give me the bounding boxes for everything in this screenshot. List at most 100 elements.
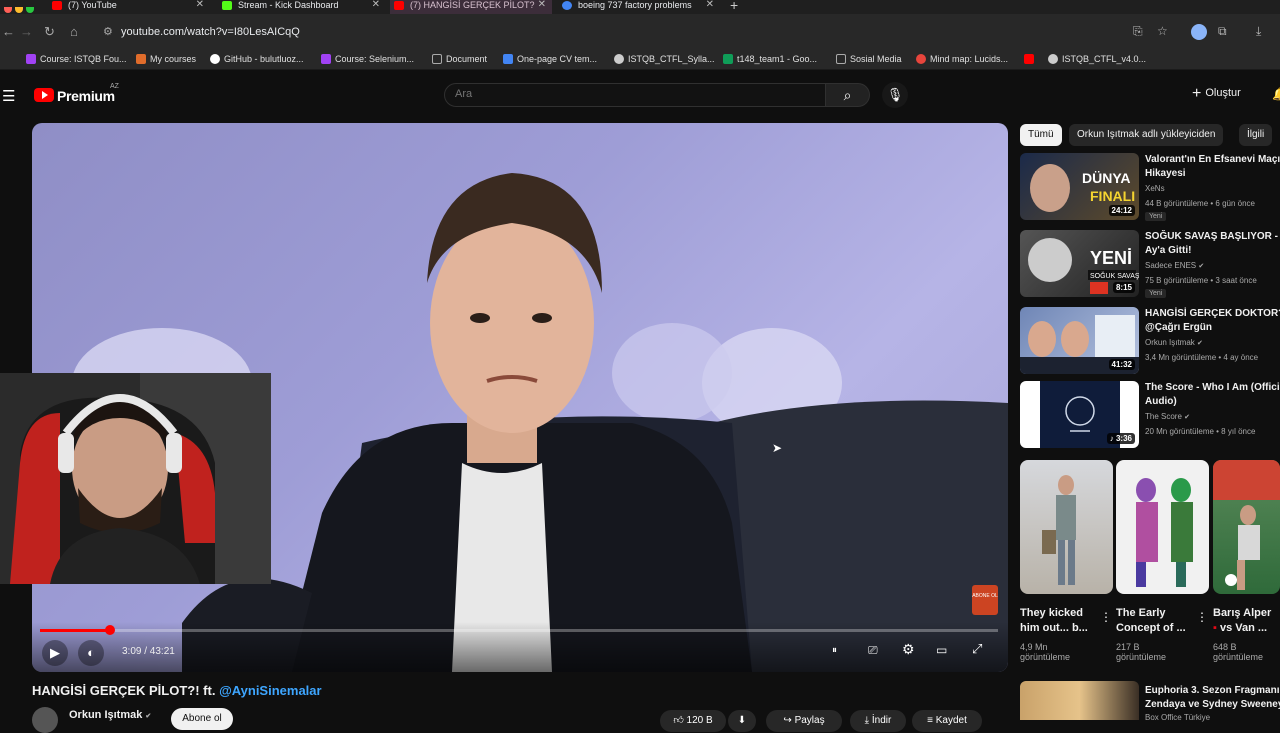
download-icon[interactable]: ⤓	[1256, 24, 1261, 39]
recommended-video[interactable]: DÜNYA FINALI 24:12 Valorant'ın En Efsanev…	[1020, 153, 1280, 223]
short-thumbnail[interactable]	[1213, 460, 1280, 594]
play-button[interactable]: ▶	[42, 640, 68, 666]
extensions-icon[interactable]: ⧉	[1218, 24, 1227, 39]
profile-avatar[interactable]	[1191, 24, 1207, 40]
channel-name[interactable]: Sadece ENES ✔	[1145, 261, 1204, 270]
video-title[interactable]: Euphoria 3. Sezon Fragmanı | Zendaya ve S…	[1145, 684, 1280, 712]
url-text: youtube.com/watch?v=I80LesAICqQ	[121, 26, 300, 38]
channel-name[interactable]: Orkun Işıtmak ✔	[69, 709, 151, 721]
notifications-bell-icon[interactable]: 🔔	[1272, 87, 1280, 101]
mouse-cursor-icon: ➤	[772, 441, 783, 455]
video-thumbnail[interactable]: ♪ 3:36	[1020, 381, 1139, 448]
chip-all[interactable]: Tümü	[1020, 124, 1062, 146]
bookmark-item[interactable]: t148_team1 - Goo...	[723, 54, 817, 64]
download-button[interactable]: ⤓ İndir	[850, 710, 906, 732]
voice-search-button[interactable]: 🎙	[882, 82, 908, 108]
bookmark-item[interactable]: My courses	[136, 54, 196, 64]
close-tab-icon[interactable]: ✕	[706, 0, 714, 10]
video-title: HANGİSİ GERÇEK PİLOT?! ft. @AyniSinemala…	[32, 683, 322, 698]
video-title[interactable]: SOĞUK SAVAŞ BAŞLIYOR - AB Ay'a Gitti!	[1145, 230, 1280, 258]
channel-name[interactable]: Box Office Türkiye	[1145, 713, 1210, 722]
video-thumbnail[interactable]: DÜNYA FINALI 24:12	[1020, 153, 1139, 220]
close-tab-icon[interactable]: ✕	[538, 0, 546, 10]
bookmark-item[interactable]: ISTQB_CTFL_v4.0...	[1048, 54, 1146, 64]
bookmark-label: My courses	[150, 54, 197, 64]
tab-google-search[interactable]: boeing 737 factory problems ✕	[558, 0, 720, 14]
chip-related[interactable]: İlgili	[1239, 124, 1273, 146]
short-thumbnail-image	[1213, 460, 1280, 590]
bookmark-item[interactable]: One-page CV tem...	[503, 54, 597, 64]
video-title[interactable]: HANGİSİ GERÇEK DOKTOR?! ft. @Çağrı Ergün	[1145, 307, 1280, 335]
site-info-icon[interactable]: ⚙	[103, 25, 113, 38]
short-thumbnail[interactable]	[1116, 460, 1209, 594]
theater-mode-icon[interactable]: ▭	[936, 643, 947, 657]
mention-link[interactable]: @AyniSinemalar	[219, 683, 322, 698]
autoplay-toggle-icon[interactable]: ⏸	[832, 645, 837, 656]
youtube-header: ☰ Premium AZ ⌕ 🎙 +Oluştur 🔔	[0, 75, 1280, 115]
bookmark-item[interactable]: Mind map: Lucids...	[916, 54, 1008, 64]
fullscreen-icon[interactable]: ⤢	[972, 641, 982, 657]
recommended-video[interactable]: YENİ SOĞUK SAVAŞ 8:15 SOĞUK SAVAŞ BAŞLIYO…	[1020, 230, 1280, 300]
more-vert-icon[interactable]: ⋮	[1100, 610, 1112, 624]
video-title-line2: Audio)	[1145, 396, 1177, 407]
channel-name[interactable]: XeNs	[1145, 184, 1165, 193]
address-bar[interactable]: ⚙ youtube.com/watch?v=I80LesAICqQ	[96, 20, 1176, 44]
video-title[interactable]: The Score - Who I Am (Official Audio)	[1145, 381, 1280, 409]
create-button[interactable]: + Oluştur	[1192, 85, 1241, 103]
share-button[interactable]: ↪ Paylaş	[766, 710, 842, 732]
video-thumbnail[interactable]	[1020, 681, 1139, 720]
search-input[interactable]	[455, 88, 815, 100]
tab-kick[interactable]: Stream - Kick Dashboard ✕	[218, 0, 386, 14]
chip-from-uploader[interactable]: Orkun Işıtmak adlı yükleyiciden	[1069, 124, 1224, 146]
views-label: görüntüleme	[1213, 652, 1264, 662]
bookmark-folder[interactable]: Document	[432, 54, 487, 64]
video-title[interactable]: Valorant'ın En Efsanevi Maçının Hikayesi	[1145, 153, 1280, 181]
dislike-button[interactable]: ⬇	[728, 710, 756, 732]
recommended-video[interactable]: 41:32 HANGİSİ GERÇEK DOKTOR?! ft. @Çağrı …	[1020, 307, 1280, 377]
video-thumbnail[interactable]: 41:32	[1020, 307, 1139, 374]
search-button[interactable]: ⌕	[826, 83, 870, 107]
more-vert-icon[interactable]: ⋮	[1196, 610, 1208, 624]
progress-scrubber[interactable]	[104, 625, 115, 635]
tab-active-video[interactable]: (7) HANGİSİ GERÇEK PİLOT? ✕	[390, 0, 552, 14]
short-thumbnail[interactable]	[1020, 460, 1113, 594]
bookmark-item[interactable]: GitHub - bulutluoz...	[210, 54, 304, 64]
channel-name[interactable]: Orkun Işıtmak ✔	[1145, 338, 1203, 347]
search-box[interactable]	[444, 83, 826, 107]
install-app-icon[interactable]: ⎘	[1133, 24, 1143, 39]
recommended-video[interactable]: Euphoria 3. Sezon Fragmanı | Zendaya ve S…	[1020, 681, 1280, 722]
subscribe-watermark[interactable]: ABONE OL	[972, 585, 998, 615]
progress-bar[interactable]	[40, 625, 998, 635]
search-icon: ⌕	[843, 87, 852, 103]
like-button[interactable]: 👍︎ 120 B	[660, 710, 726, 732]
close-tab-icon[interactable]: ✕	[372, 0, 380, 10]
bookmark-item[interactable]: Course: Selenium...	[321, 54, 414, 64]
menu-icon[interactable]: ☰	[2, 87, 15, 105]
channel-avatar[interactable]	[32, 707, 58, 733]
short-title[interactable]: Barış Alper ▪ vs Van ...	[1213, 606, 1280, 636]
home-icon[interactable]: ⌂	[70, 24, 78, 39]
tab-youtube[interactable]: (7) YouTube ✕	[48, 0, 210, 14]
reload-icon[interactable]: ↻	[44, 24, 55, 40]
settings-gear-icon[interactable]: ⚙	[902, 641, 915, 658]
back-arrow-icon[interactable]: ←	[2, 24, 15, 39]
video-thumbnail[interactable]: YENİ SOĞUK SAVAŞ 8:15	[1020, 230, 1139, 297]
bookmark-item[interactable]: ISTQB_CTFL_Sylla...	[614, 54, 715, 64]
subscribe-button[interactable]: Abone ol	[171, 708, 233, 730]
new-tab-icon[interactable]: +	[730, 0, 738, 13]
bookmark-label: Course: Selenium...	[335, 54, 415, 64]
bookmark-folder[interactable]: Sosial Media	[836, 54, 902, 64]
short-title[interactable]: The Early Concept of ...	[1116, 606, 1196, 636]
save-button[interactable]: ≡ Kaydet	[912, 710, 982, 732]
channel-name[interactable]: The Score ✔	[1145, 412, 1190, 421]
captions-icon[interactable]: ⎚	[868, 643, 878, 658]
bookmark-item[interactable]: Course: ISTQB Fou...	[26, 54, 127, 64]
short-title[interactable]: They kicked him out... b...	[1020, 606, 1100, 636]
close-tab-icon[interactable]: ✕	[196, 0, 204, 10]
forward-arrow-icon[interactable]: →	[20, 24, 33, 39]
recommended-video[interactable]: ♪ 3:36 The Score - Who I Am (Official Aud…	[1020, 381, 1280, 451]
bookmark-star-icon[interactable]: ☆	[1157, 24, 1168, 38]
short-views: 217 Bgörüntüleme	[1116, 642, 1166, 662]
volume-button[interactable]: ◐	[78, 640, 104, 666]
video-meta: 3,4 Mn görüntüleme • 4 ay önce	[1145, 353, 1259, 362]
